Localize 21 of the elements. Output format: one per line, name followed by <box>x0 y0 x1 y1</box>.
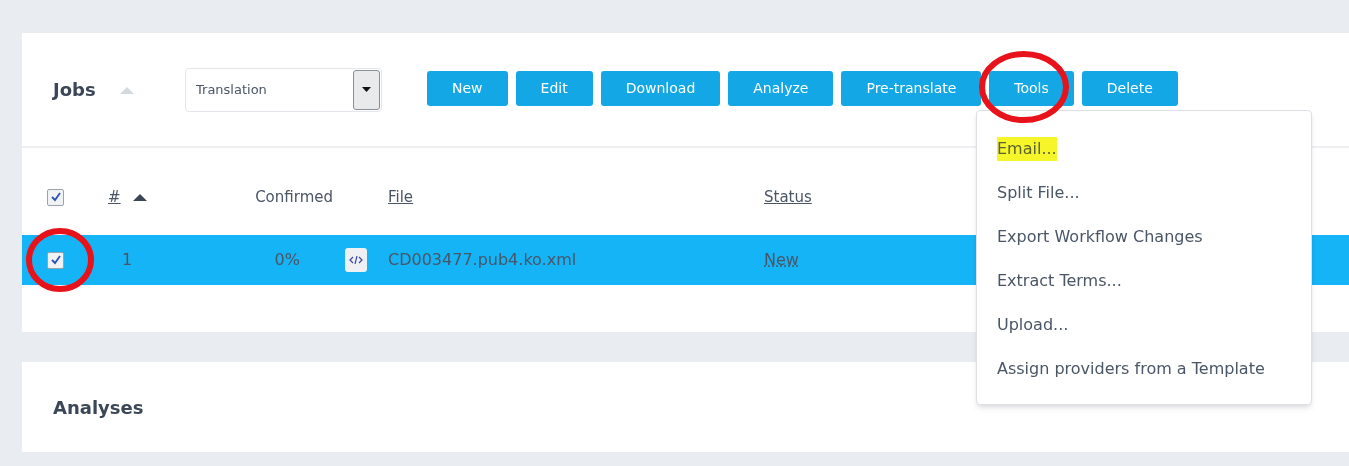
status-text: New <box>764 250 799 269</box>
table-cell-text: 0% <box>274 249 300 271</box>
annotation-circle <box>24 226 96 294</box>
checkbox[interactable] <box>47 251 64 269</box>
panel-title: Jobs <box>53 78 97 102</box>
dropdown-caret-icon[interactable] <box>353 69 380 110</box>
table-cell: 1 <box>122 250 133 269</box>
menu-item[interactable]: Upload... <box>997 313 1069 337</box>
file-link[interactable]: CD003477.pub4.ko.xml <box>388 248 577 272</box>
code-file-icon <box>345 248 367 272</box>
column-header[interactable]: File <box>388 185 414 209</box>
sort-ascending-icon[interactable] <box>132 193 147 201</box>
checkbox[interactable] <box>47 188 64 206</box>
column-header[interactable]: # <box>108 185 121 209</box>
column-header[interactable]: Status <box>764 185 812 209</box>
menu-item[interactable]: Split File... <box>997 181 1080 205</box>
filter-dropdown[interactable]: Translation <box>185 67 382 112</box>
column-header: Confirmed <box>255 186 333 208</box>
panel-title: Analyses <box>53 395 144 420</box>
menu-item[interactable]: Assign providers from a Template <box>997 357 1265 381</box>
menu-item[interactable]: Email... <box>997 137 1057 161</box>
